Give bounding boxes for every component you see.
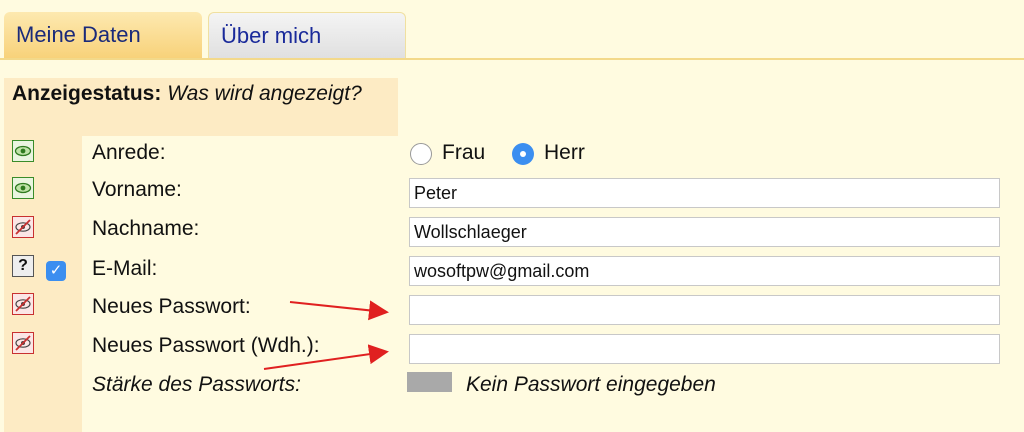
arrow-to-new-password-repeat [263,344,389,370]
annotation-arrows [263,300,389,370]
arrow-to-new-password [289,300,389,321]
